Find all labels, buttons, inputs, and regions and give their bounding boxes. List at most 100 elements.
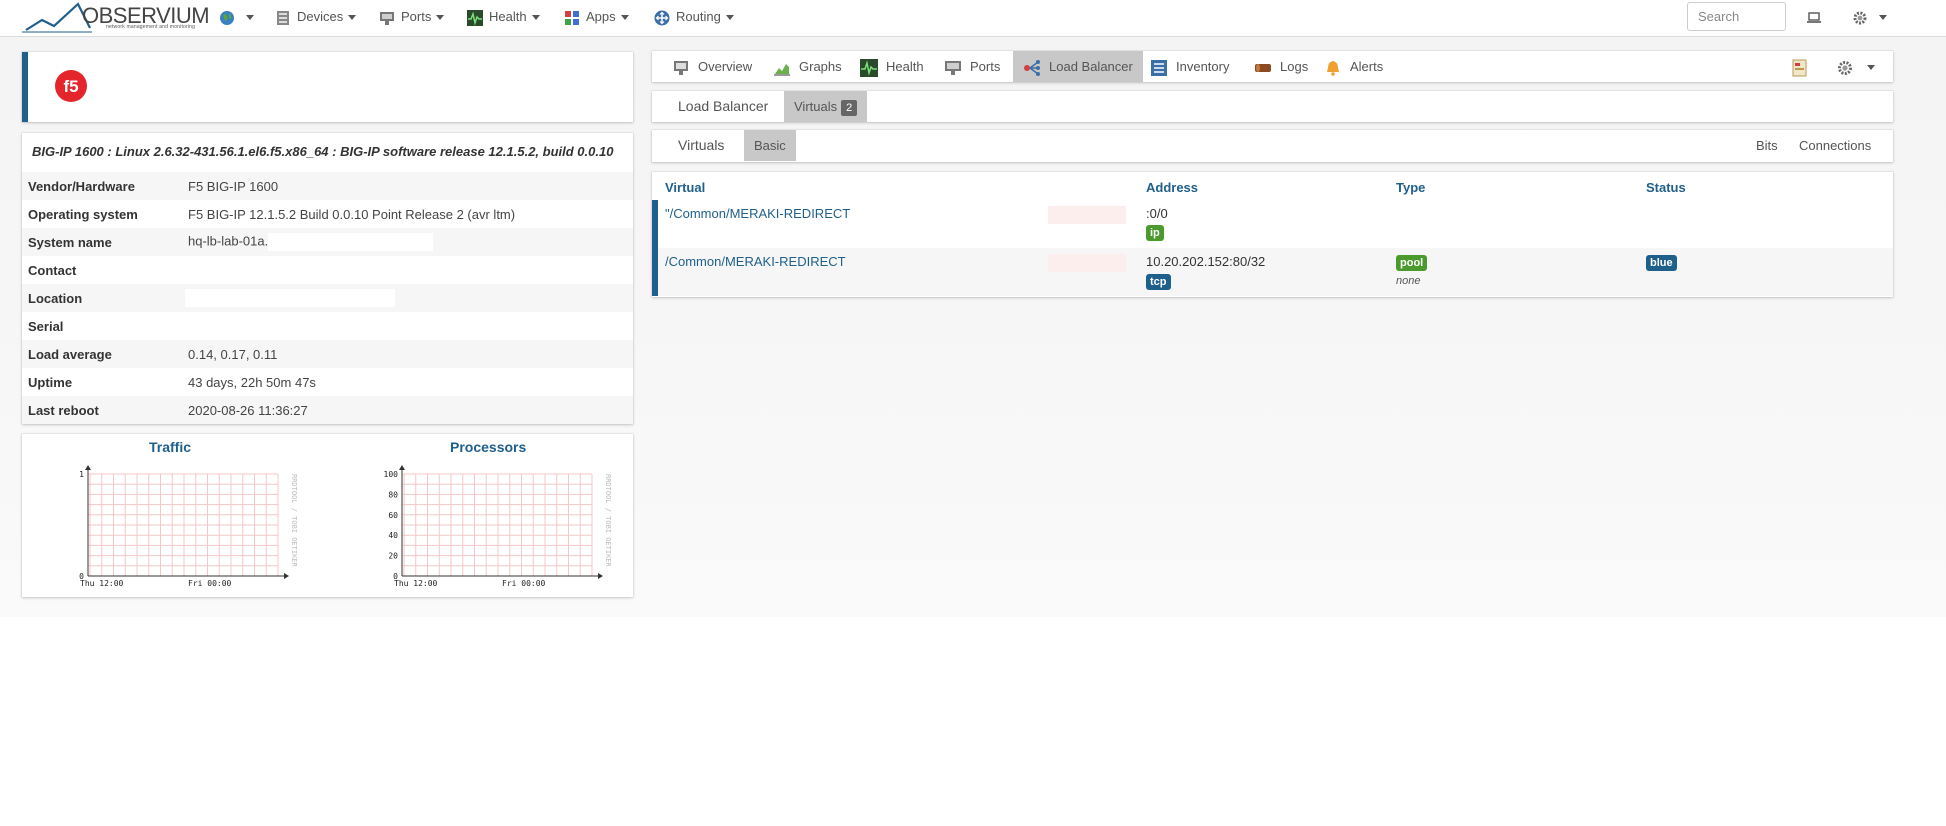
tab-alerts[interactable]: Alerts bbox=[1324, 51, 1383, 82]
virtuals-subnav: Virtuals Basic Bits Connections bbox=[652, 130, 1893, 162]
laptop-icon bbox=[1807, 11, 1821, 23]
type-badge: pool bbox=[1396, 255, 1428, 271]
svg-text:f5: f5 bbox=[63, 77, 78, 96]
type-subtext: none bbox=[1396, 275, 1421, 287]
tab-device-settings[interactable] bbox=[1836, 51, 1875, 82]
x-axis-arrow bbox=[284, 573, 289, 579]
traffic-graph-title[interactable]: Traffic bbox=[149, 439, 191, 455]
f5-logo-icon: f5 bbox=[55, 70, 87, 102]
protocol-badge: ip bbox=[1146, 225, 1164, 241]
y-axis-arrow bbox=[399, 465, 405, 470]
tab-overview[interactable]: Overview bbox=[672, 51, 752, 82]
ethernet-port-icon bbox=[945, 60, 961, 75]
view-bits-button[interactable]: Bits bbox=[1756, 130, 1778, 161]
table-row[interactable]: /Common/MERAKI-REDIRECT 10.20.202.152:80… bbox=[652, 248, 1893, 296]
y-tick-label: 40 bbox=[388, 531, 398, 540]
virtual-address: :0/0 bbox=[1146, 206, 1168, 221]
table-row[interactable]: "/Common/MERAKI-REDIRECT :0/0 ip bbox=[652, 200, 1893, 248]
rrdtool-watermark: RRDTOOL / TOBI OETIKER bbox=[604, 474, 612, 568]
nav-devices[interactable]: Devices bbox=[275, 0, 357, 33]
info-row-sysname: System name hq-lb-lab-01a. bbox=[22, 228, 633, 256]
tab-device-edit[interactable] bbox=[1791, 51, 1817, 82]
virtual-address: 10.20.202.152:80/32 bbox=[1146, 254, 1266, 269]
device-edit-icon bbox=[1792, 59, 1807, 77]
info-row-serial: Serial bbox=[28, 318, 64, 334]
ethernet-port-icon bbox=[380, 11, 394, 25]
x-tick-label: Thu 12:00 bbox=[394, 579, 438, 588]
virtuals-count-badge: 2 bbox=[841, 99, 858, 116]
brand-tagline: network management and monitoring bbox=[106, 24, 196, 30]
subnav-virtuals-tab[interactable]: Virtuals 2 bbox=[784, 91, 868, 122]
info-row-contact: Contact bbox=[28, 262, 77, 278]
virtual-name-link[interactable]: /Common/MERAKI-REDIRECT bbox=[665, 254, 846, 269]
redacted-mask bbox=[185, 289, 395, 307]
nav-device-view[interactable] bbox=[1806, 0, 1828, 33]
view-basic-button[interactable]: Basic bbox=[744, 130, 796, 161]
device-overview-panel: BIG-IP 1600 : Linux 2.6.32-431.56.1.el6.… bbox=[22, 133, 633, 424]
logs-icon bbox=[1255, 63, 1271, 72]
load-balancer-icon bbox=[1024, 59, 1040, 76]
traffic-graph[interactable]: 10Thu 12:00 Fri 00:00RRDTOOL / TOBI OETIK… bbox=[48, 464, 298, 594]
device-tabs-bar: Overview Graphs Health Ports Load Balanc… bbox=[652, 51, 1893, 82]
gear-icon bbox=[1838, 60, 1852, 75]
device-graphs-panel: Traffic 1 0 Thu 12:00 Fri 00:00 RRDTOOL / TO… bbox=[22, 434, 633, 597]
x-tick-label: Fri 00:00 bbox=[502, 579, 546, 588]
processors-graph[interactable]: 100806040200Thu 12:00 Fri 00:00RRDTOOL / … bbox=[362, 464, 612, 594]
graphs-icon bbox=[774, 63, 790, 76]
hardware-summary: BIG-IP 1600 : Linux 2.6.32-431.56.1.el6.… bbox=[32, 144, 614, 159]
inventory-list-icon bbox=[1151, 59, 1167, 76]
y-axis-arrow bbox=[85, 465, 91, 470]
redacted-mask bbox=[1048, 254, 1126, 272]
nav-health[interactable]: Health bbox=[467, 0, 540, 33]
virtual-name-link[interactable]: "/Common/MERAKI-REDIRECT bbox=[665, 206, 850, 221]
nav-routing[interactable]: Routing bbox=[654, 0, 734, 33]
tab-logs[interactable]: Logs bbox=[1254, 51, 1308, 82]
tab-inventory[interactable]: Inventory bbox=[1150, 51, 1229, 82]
header-status[interactable]: Status bbox=[1646, 180, 1686, 195]
nav-ports[interactable]: Ports bbox=[379, 0, 445, 33]
info-row-last-reboot: Last reboot 2020-08-26 11:36:27 bbox=[22, 396, 633, 424]
tab-load-balancer[interactable]: Load Balancer bbox=[1013, 51, 1143, 82]
x-axis-arrow bbox=[598, 573, 603, 579]
row-status-stripe bbox=[652, 200, 658, 248]
device-info-table: Vendor/Hardware F5 BIG-IP 1600 Operating… bbox=[22, 172, 633, 424]
y-tick-label: 60 bbox=[388, 511, 398, 520]
tab-graphs[interactable]: Graphs bbox=[773, 51, 842, 82]
view-connections-button[interactable]: Connections bbox=[1799, 130, 1871, 161]
tab-ports[interactable]: Ports bbox=[944, 51, 1000, 82]
device-logo-panel: f5 bbox=[22, 52, 633, 122]
overview-icon bbox=[674, 60, 688, 75]
y-tick-label: 100 bbox=[384, 470, 399, 479]
globe-icon bbox=[220, 10, 234, 25]
search-input[interactable] bbox=[1687, 2, 1786, 31]
tab-health[interactable]: Health bbox=[860, 51, 924, 82]
info-row-location: Location bbox=[22, 284, 633, 312]
header-address[interactable]: Address bbox=[1146, 180, 1198, 195]
redacted-mask bbox=[268, 233, 434, 251]
nav-globe[interactable] bbox=[219, 0, 254, 33]
brand-logo[interactable]: OBSERVIUM network management and monitor… bbox=[22, 0, 210, 36]
processors-graph-title[interactable]: Processors bbox=[450, 439, 526, 455]
nav-apps[interactable]: Apps bbox=[564, 0, 629, 33]
y-tick-label: 80 bbox=[388, 490, 398, 499]
rrdtool-watermark: RRDTOOL / TOBI OETIKER bbox=[290, 474, 298, 568]
apps-grid-icon bbox=[565, 10, 579, 25]
info-row-uptime: Uptime 43 days, 22h 50m 47s bbox=[28, 374, 316, 390]
alert-bell-icon bbox=[1327, 60, 1339, 76]
virtuals-table: Virtual Address Type Status "/Common/MER… bbox=[652, 172, 1893, 297]
y-tick-label: 1 bbox=[79, 470, 84, 479]
heartbeat-monitor-icon bbox=[467, 9, 483, 26]
router-icon bbox=[654, 10, 670, 26]
header-type[interactable]: Type bbox=[1396, 180, 1425, 195]
x-tick-label: Thu 12:00 bbox=[80, 579, 124, 588]
y-tick-label: 20 bbox=[388, 552, 398, 561]
status-badge: blue bbox=[1646, 255, 1677, 271]
info-row-os: Operating system F5 BIG-IP 12.1.5.2 Buil… bbox=[28, 206, 516, 222]
subnav-load-balancer-title: Load Balancer bbox=[678, 98, 769, 114]
header-virtual[interactable]: Virtual bbox=[665, 180, 705, 195]
server-rack-icon bbox=[277, 10, 289, 25]
info-row-vendor: Vendor/Hardware F5 BIG-IP 1600 bbox=[22, 172, 633, 200]
info-row-load: Load average 0.14, 0.17, 0.11 bbox=[22, 340, 633, 368]
nav-settings[interactable] bbox=[1852, 0, 1887, 33]
row-status-stripe bbox=[652, 248, 658, 296]
